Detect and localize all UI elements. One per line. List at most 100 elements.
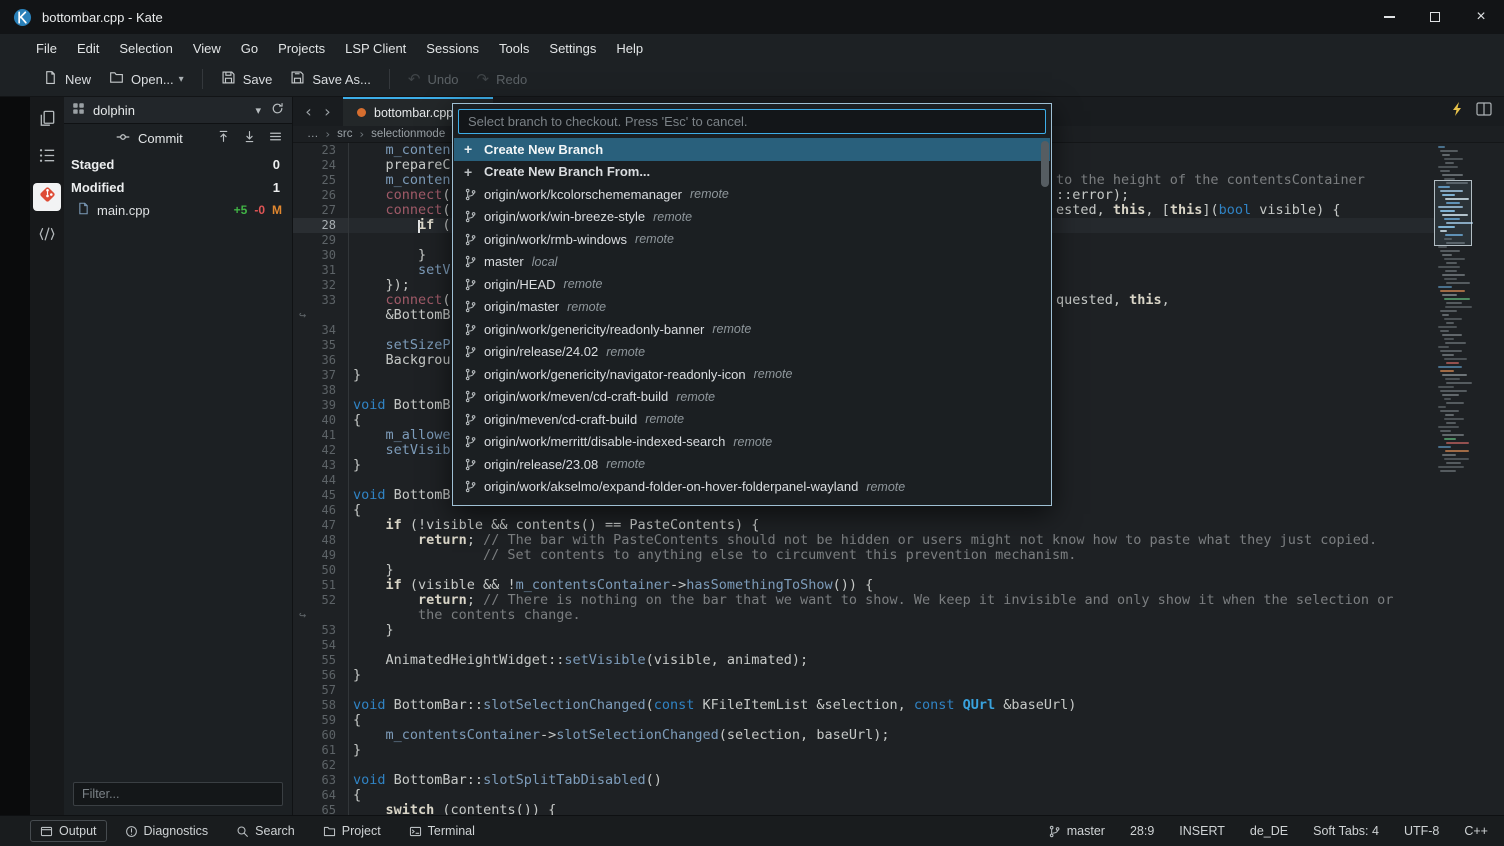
highlight-mode[interactable]: C++ [1464, 824, 1488, 838]
menu-file[interactable]: File [26, 37, 67, 60]
maximize-button[interactable] [1412, 0, 1458, 34]
project-list-icon [38, 146, 57, 170]
menu-selection[interactable]: Selection [109, 37, 182, 60]
breadcrumb-segment[interactable]: … [307, 128, 319, 140]
input-mode[interactable]: INSERT [1179, 824, 1225, 838]
code-line[interactable]: 47 if (!visible && contents() == PasteCo… [293, 518, 1504, 533]
modified-file-row[interactable]: main.cpp +5 -0 M [64, 199, 292, 221]
git-branch-indicator[interactable]: master [1048, 824, 1105, 838]
breadcrumb-segment[interactable]: src [337, 128, 352, 140]
tab-mode[interactable]: Soft Tabs: 4 [1313, 824, 1379, 838]
branch-item[interactable]: + Create New Branch From... [454, 161, 1050, 184]
pull-icon[interactable] [243, 130, 256, 148]
branch-item[interactable]: origin/work/akselmo/expand-folder-on-hov… [454, 476, 1050, 499]
cursor-position[interactable]: 28:9 [1130, 824, 1154, 838]
branch-filter-input[interactable] [458, 109, 1046, 134]
dictionary[interactable]: de_DE [1250, 824, 1288, 838]
chevron-down-icon[interactable]: ▾ [255, 104, 261, 117]
refresh-icon[interactable] [271, 102, 284, 118]
popup-scrollbar-thumb[interactable] [1041, 141, 1049, 187]
projects-toolview-button[interactable] [35, 146, 59, 170]
symbols-toolview-button[interactable] [35, 224, 59, 248]
code-line[interactable]: 49 // Set contents to anything else to c… [293, 548, 1504, 563]
panel-toggle-terminal[interactable]: Terminal [399, 820, 485, 842]
code-line[interactable]: 56} [293, 668, 1504, 683]
git-menu-icon[interactable] [269, 130, 282, 148]
panel-toggle-output[interactable]: Output [30, 820, 107, 842]
menu-go[interactable]: Go [231, 37, 268, 60]
menu-help[interactable]: Help [606, 37, 653, 60]
new-button[interactable]: New [34, 65, 100, 93]
branch-item[interactable]: origin/work/rmb-windows remote [454, 228, 1050, 251]
panel-toggle-diagnostics[interactable]: Diagnostics [115, 820, 219, 842]
code-line[interactable]: 65 switch (contents()) { [293, 803, 1504, 815]
code-line[interactable]: 63 void BottomBar::slotSplitTabDisabled() [293, 773, 1504, 788]
breadcrumb-segment[interactable]: selectionmode [371, 128, 445, 140]
split-view-icon[interactable] [1476, 102, 1492, 121]
quick-actions-icon[interactable] [1452, 102, 1464, 121]
menu-view[interactable]: View [183, 37, 231, 60]
code-line[interactable]: 60 m_contentsContainer->slotSelectionCha… [293, 728, 1504, 743]
push-icon[interactable] [217, 130, 230, 148]
branch-item[interactable]: origin/work/genericity/readonly-banner re… [454, 318, 1050, 341]
staged-section-header[interactable]: Staged 0 [64, 153, 292, 176]
branch-item[interactable]: origin/work/win-breeze-style remote [454, 206, 1050, 229]
branch-item[interactable]: origin/work/genericity/navigator-readonl… [454, 363, 1050, 386]
menu-sessions[interactable]: Sessions [416, 37, 489, 60]
branch-item[interactable]: origin/meven/cd-craft-build remote [454, 408, 1050, 431]
menu-projects[interactable]: Projects [268, 37, 335, 60]
line-number: 25 [293, 173, 349, 188]
branch-name: origin/release/24.02 [484, 344, 599, 360]
code-line[interactable]: 50 } [293, 563, 1504, 578]
code-line[interactable]: 54 [293, 638, 1504, 653]
redo-button[interactable]: ↷ Redo [468, 67, 537, 92]
code-line[interactable]: 51 if (visible && !m_contentsContainer->… [293, 578, 1504, 593]
minimize-button[interactable] [1366, 0, 1412, 34]
documents-toolview-button[interactable] [35, 109, 59, 133]
encoding[interactable]: UTF-8 [1404, 824, 1439, 838]
branch-item[interactable]: origin/HEAD remote [454, 273, 1050, 296]
branch-item[interactable]: origin/work/kcolorschememanager remote [454, 183, 1050, 206]
code-line[interactable]: 57 [293, 683, 1504, 698]
undo-button[interactable]: ↶ Undo [399, 67, 468, 92]
code-line[interactable]: 59{ [293, 713, 1504, 728]
code-line[interactable]: 64{ [293, 788, 1504, 803]
panel-toggle-project[interactable]: Project [313, 820, 391, 842]
branch-item[interactable]: origin/master remote [454, 296, 1050, 319]
branch-item[interactable]: origin/release/23.08 remote [454, 453, 1050, 476]
code-line[interactable]: 48 return; // The bar with PasteContents… [293, 533, 1504, 548]
branch-item[interactable]: origin/work/merritt/disable-indexed-sear… [454, 431, 1050, 454]
branch-item[interactable]: + Create New Branch [454, 138, 1050, 161]
project-selector[interactable]: dolphin ▾ [64, 97, 292, 124]
menu-lsp-client[interactable]: LSP Client [335, 37, 416, 60]
panel-toggle-search[interactable]: Search [226, 820, 305, 842]
code-line[interactable]: 62 [293, 758, 1504, 773]
menu-bar: File Edit Selection View Go Projects LSP Clien… [0, 34, 1504, 62]
filter-input[interactable] [74, 787, 282, 801]
history-back-button[interactable]: ‹ [299, 97, 318, 126]
branch-item[interactable]: origin/work/meven/cd-craft-build remote [454, 386, 1050, 409]
modified-section-header[interactable]: Modified 1 [64, 176, 292, 199]
code-line[interactable]: 55 AnimatedHeightWidget::setVisible(visi… [293, 653, 1504, 668]
open-button[interactable]: Open... ▾ [100, 65, 193, 93]
minimap[interactable] [1434, 143, 1504, 815]
history-forward-button[interactable]: › [318, 97, 337, 126]
close-button[interactable]: × [1458, 0, 1504, 34]
code-line[interactable]: 61} [293, 743, 1504, 758]
code-line[interactable]: 52 return; // There is nothing on the ba… [293, 593, 1504, 608]
menu-settings[interactable]: Settings [539, 37, 606, 60]
git-toolview-button[interactable] [33, 183, 61, 211]
branch-item[interactable]: master local [454, 251, 1050, 274]
code-line[interactable]: ↪ the contents change. [293, 608, 1504, 623]
minimap-viewport[interactable] [1434, 180, 1472, 246]
menu-tools[interactable]: Tools [489, 37, 539, 60]
code-line[interactable]: 58 void BottomBar::slotSelectionChanged(c… [293, 698, 1504, 713]
save-as-button[interactable]: Save As... [281, 65, 380, 93]
menu-edit[interactable]: Edit [67, 37, 109, 60]
branch-item[interactable]: origin/release/24.02 remote [454, 341, 1050, 364]
branch-scope-label: remote [645, 412, 685, 427]
save-button[interactable]: Save [212, 65, 282, 93]
close-icon: × [1476, 8, 1486, 25]
code-line[interactable]: 53 } [293, 623, 1504, 638]
commit-button[interactable]: Commit [116, 130, 183, 147]
